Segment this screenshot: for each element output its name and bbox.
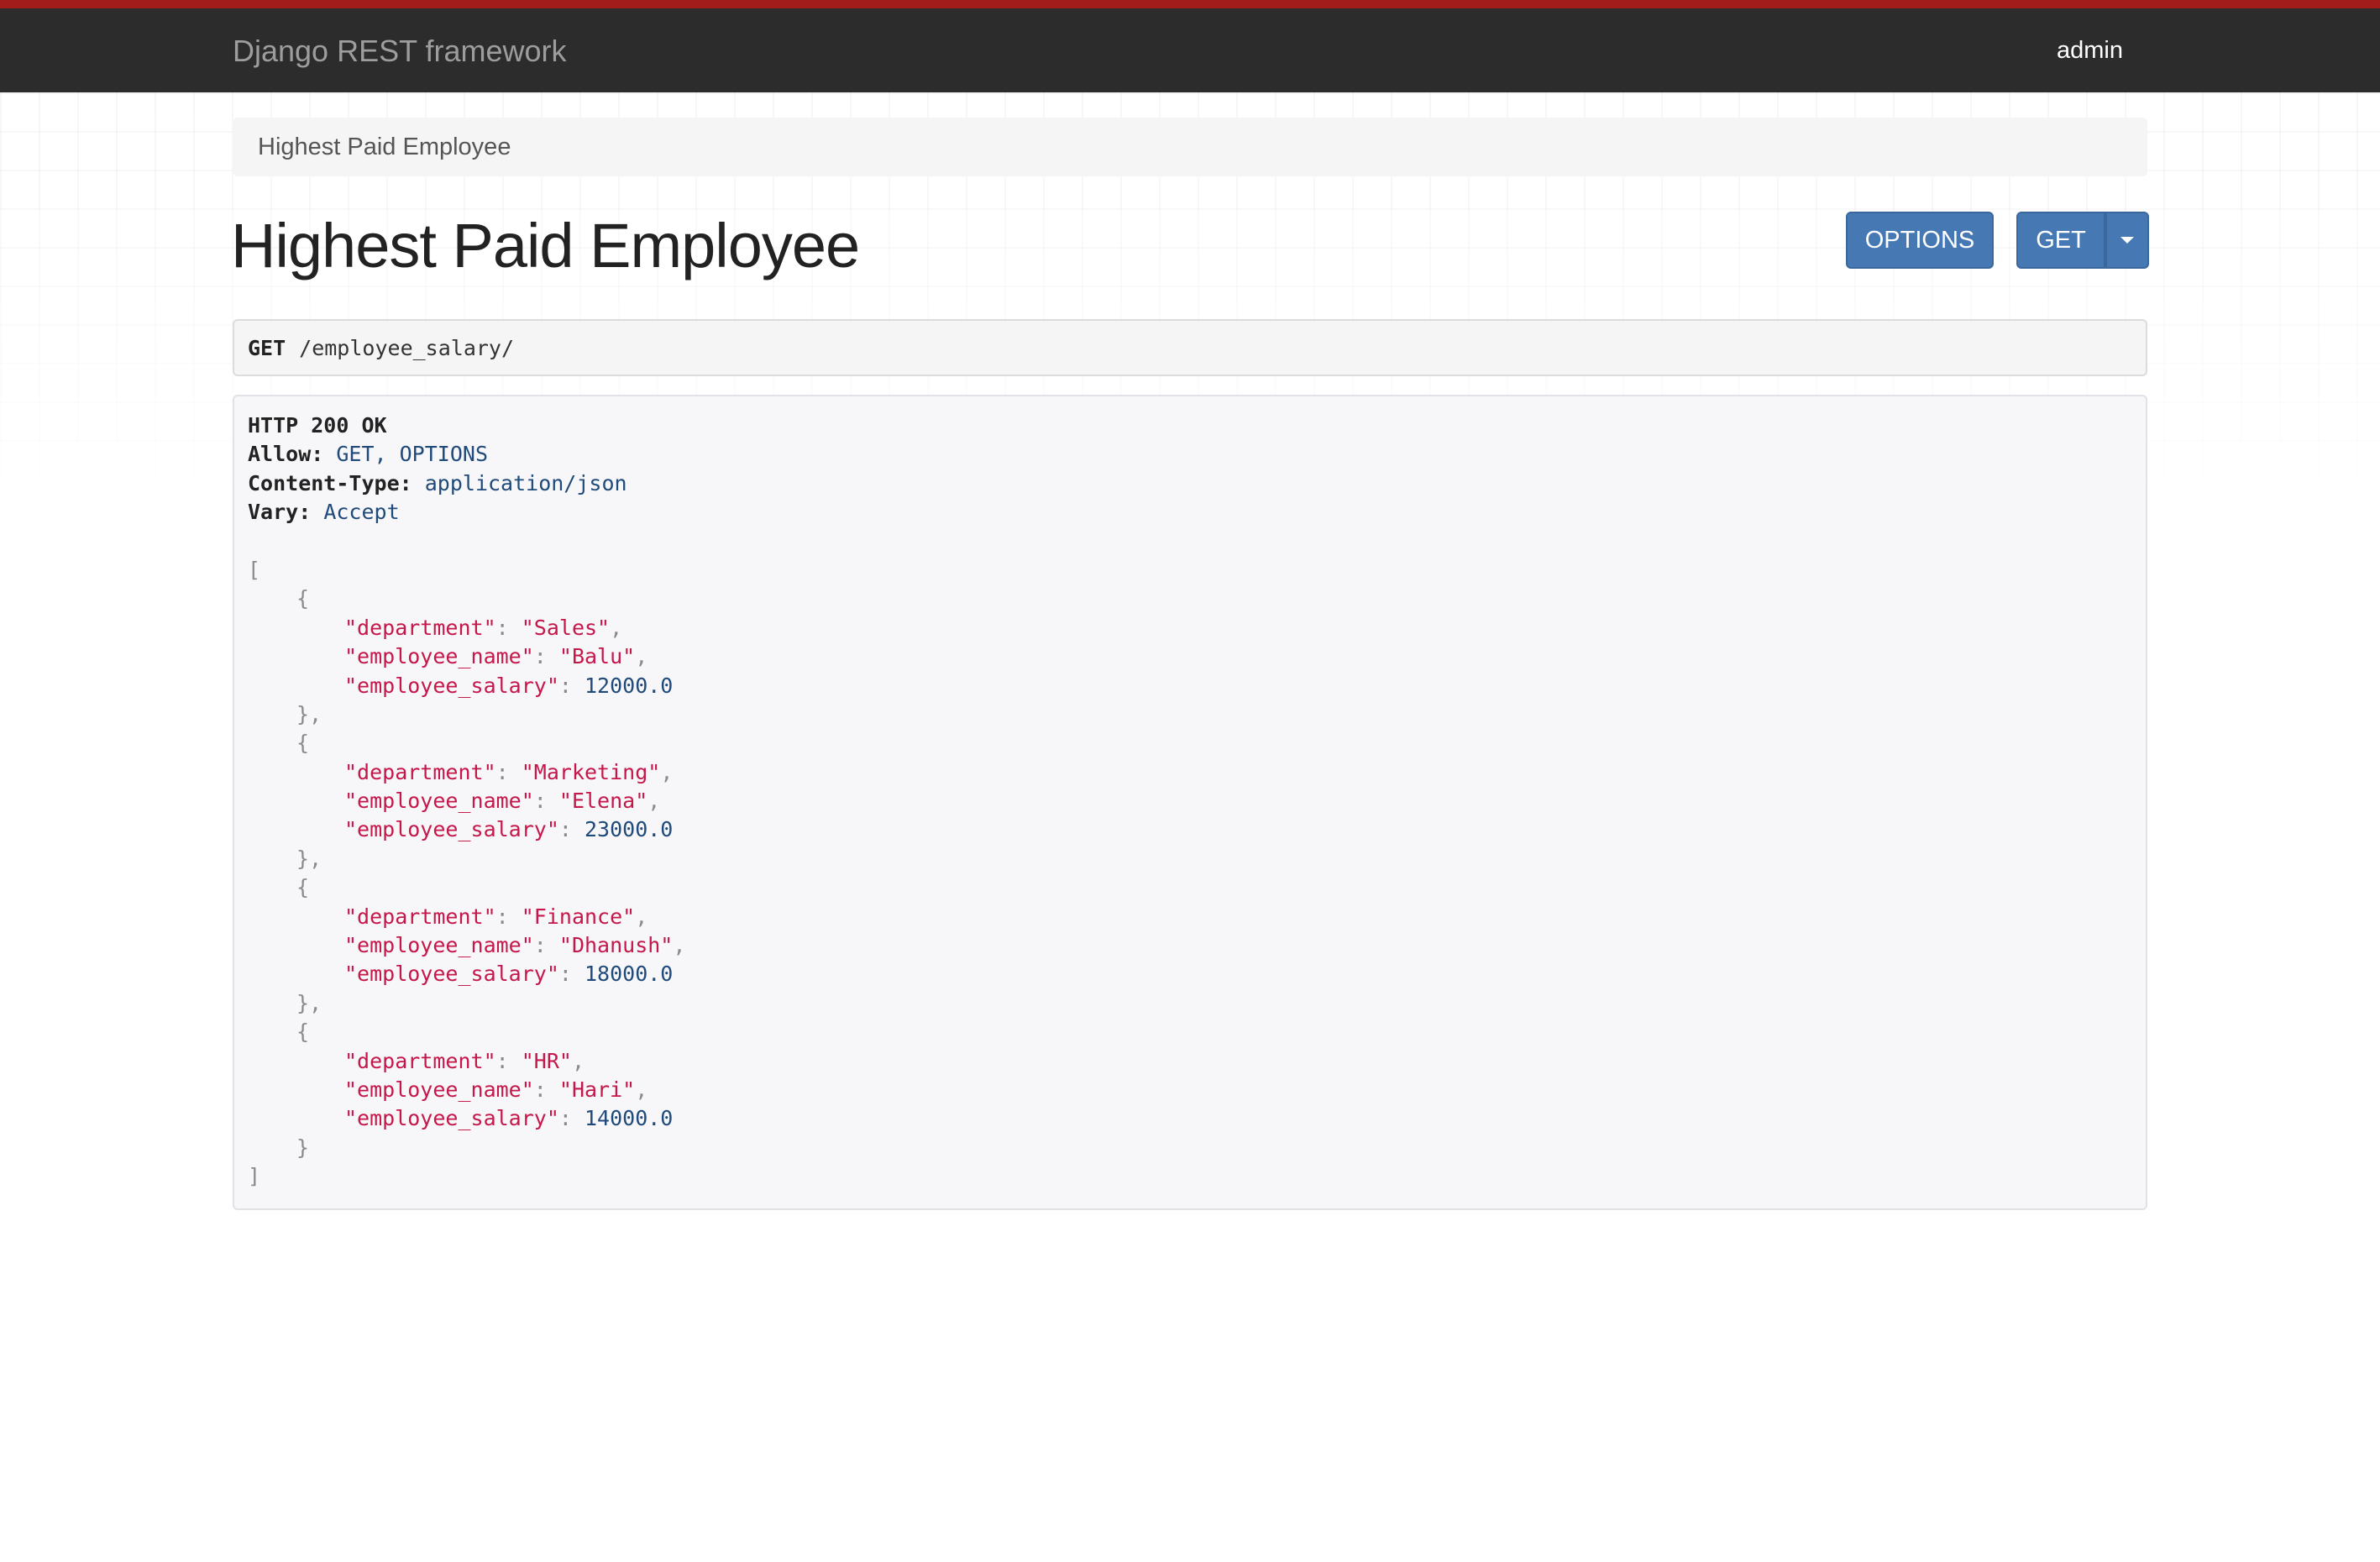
json-value: "Hari" bbox=[558, 1077, 636, 1102]
json-object-close: }, bbox=[296, 701, 322, 726]
json-value: "Marketing" bbox=[521, 759, 661, 784]
json-object-open: { bbox=[296, 586, 310, 611]
request-method: GET bbox=[248, 335, 286, 360]
json-field: "department": "HR", bbox=[344, 1048, 585, 1073]
response-header-row: Allow: GET, OPTIONS bbox=[248, 440, 2132, 469]
json-key: "employee_salary" bbox=[344, 962, 559, 987]
json-object-close: }, bbox=[296, 990, 322, 1015]
json-value: 12000.0 bbox=[584, 673, 674, 698]
get-format-dropdown[interactable] bbox=[2105, 212, 2149, 269]
request-info: GET /employee_salary/ bbox=[233, 319, 2147, 376]
json-field: "department": "Sales", bbox=[344, 615, 623, 640]
main-content: Highest Paid Employee Highest Paid Emplo… bbox=[231, 92, 2149, 1210]
json-close-bracket: ] bbox=[248, 1164, 261, 1189]
json-key: "employee_salary" bbox=[344, 673, 559, 698]
header-key: Vary: bbox=[248, 500, 312, 525]
json-object-open: { bbox=[296, 731, 310, 756]
breadcrumb-current: Highest Paid Employee bbox=[258, 133, 511, 160]
json-value: 23000.0 bbox=[584, 817, 674, 842]
json-key: "department" bbox=[344, 615, 496, 640]
json-value: 14000.0 bbox=[584, 1106, 674, 1131]
caret-down-icon bbox=[2121, 237, 2134, 244]
get-button[interactable]: GET bbox=[2016, 212, 2105, 269]
json-field: "employee_salary": 18000.0 bbox=[344, 962, 674, 987]
json-key: "department" bbox=[344, 1048, 496, 1073]
json-field: "employee_salary": 14000.0 bbox=[344, 1106, 674, 1131]
page-title: Highest Paid Employee bbox=[231, 211, 860, 280]
request-path: /employee_salary/ bbox=[299, 335, 515, 360]
header-key: Content-Type: bbox=[248, 470, 412, 495]
navbar: Django REST framework admin bbox=[0, 0, 2380, 92]
json-field: "employee_name": "Dhanush", bbox=[344, 933, 686, 958]
json-field: "employee_name": "Hari", bbox=[344, 1077, 648, 1102]
json-key: "employee_name" bbox=[344, 789, 534, 814]
json-value: "Finance" bbox=[521, 904, 636, 929]
json-value: "Elena" bbox=[558, 789, 648, 814]
json-value: "Balu" bbox=[558, 644, 636, 669]
json-key: "employee_name" bbox=[344, 933, 534, 958]
json-value: "HR" bbox=[521, 1048, 572, 1073]
header-value: application/json bbox=[424, 470, 627, 495]
json-field: "employee_salary": 12000.0 bbox=[344, 673, 674, 698]
json-open-bracket: [ bbox=[248, 557, 261, 582]
response-info: HTTP 200 OK Allow: GET, OPTIONS Content-… bbox=[233, 395, 2147, 1210]
header-value: Accept bbox=[323, 500, 400, 525]
breadcrumb: Highest Paid Employee bbox=[233, 118, 2147, 176]
page-header: Highest Paid Employee OPTIONS GET bbox=[231, 176, 2149, 311]
header-value: GET, OPTIONS bbox=[336, 442, 488, 467]
user-menu[interactable]: admin bbox=[2057, 37, 2123, 65]
json-field: "department": "Marketing", bbox=[344, 759, 674, 784]
json-field: "employee_name": "Elena", bbox=[344, 789, 661, 814]
json-key: "employee_name" bbox=[344, 1077, 534, 1102]
brand-link[interactable]: Django REST framework bbox=[233, 34, 566, 69]
json-value: "Dhanush" bbox=[558, 933, 674, 958]
header-key: Allow: bbox=[248, 442, 324, 467]
json-object-close: } bbox=[296, 1135, 310, 1160]
json-key: "employee_salary" bbox=[344, 1106, 559, 1131]
json-key: "employee_salary" bbox=[344, 817, 559, 842]
json-field: "department": "Finance", bbox=[344, 904, 648, 929]
json-object-close: }, bbox=[296, 846, 322, 871]
json-key: "employee_name" bbox=[344, 644, 534, 669]
json-key: "department" bbox=[344, 759, 496, 784]
response-header-row: Vary: Accept bbox=[248, 498, 2132, 527]
json-object-open: { bbox=[296, 875, 310, 900]
json-field: "employee_name": "Balu", bbox=[344, 644, 648, 669]
response-header-row: Content-Type: application/json bbox=[248, 469, 2132, 498]
json-field: "employee_salary": 23000.0 bbox=[344, 817, 674, 842]
json-key: "department" bbox=[344, 904, 496, 929]
response-status: HTTP 200 OK bbox=[248, 413, 387, 438]
json-object-open: { bbox=[296, 1019, 310, 1045]
json-value: 18000.0 bbox=[584, 962, 674, 987]
options-button[interactable]: OPTIONS bbox=[1846, 212, 1994, 269]
json-value: "Sales" bbox=[521, 615, 611, 640]
